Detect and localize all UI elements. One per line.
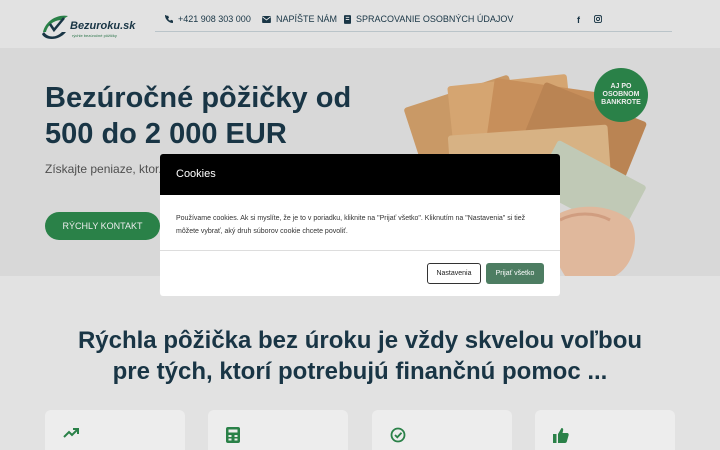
cookie-modal-title: Cookies [176,168,216,180]
cookie-settings-button[interactable]: Nastavenia [427,263,481,284]
cookie-modal-header: Cookies [160,154,560,195]
modal-divider [160,250,560,251]
cookie-modal-text: Používame cookies. Ak si myslíte, že je … [176,215,526,235]
cookie-modal: Cookies Používame cookies. Ak si myslíte… [160,154,560,296]
accept-all-button[interactable]: Prijať všetko [486,263,544,284]
